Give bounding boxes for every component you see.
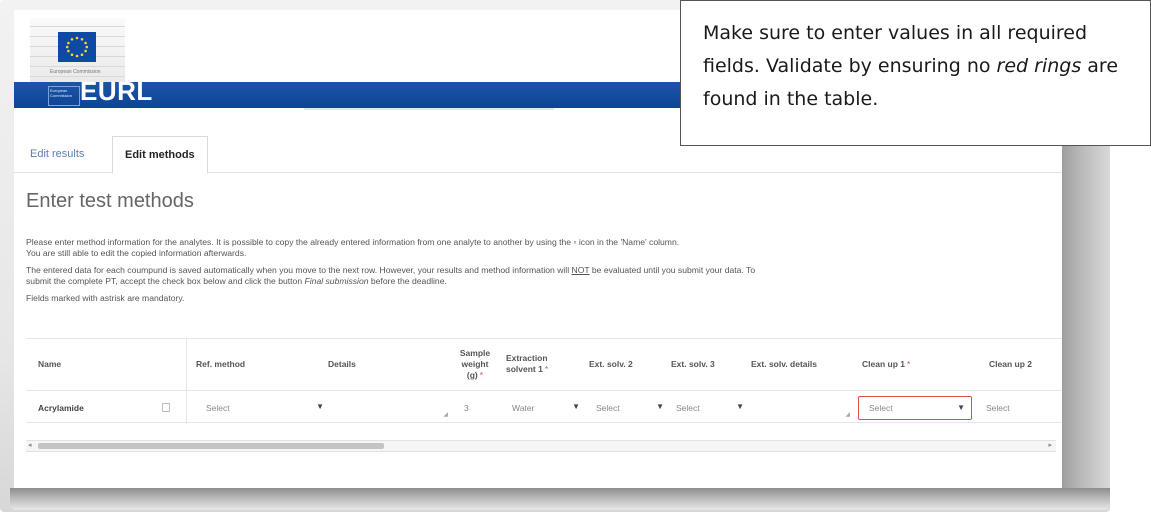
resize-handle-icon: ◢: [443, 412, 448, 418]
table-header-border: [26, 390, 1062, 391]
details-input[interactable]: ◢: [332, 396, 450, 420]
sample-weight-input[interactable]: 3: [454, 396, 500, 420]
col-divider: [186, 338, 187, 424]
ext-solv-2-select[interactable]: Select ▼: [586, 396, 670, 420]
tab-edit-results[interactable]: Edit results: [18, 136, 96, 172]
table-top-border: [26, 338, 1062, 339]
row-name-acrylamide: Acrylamide: [38, 403, 84, 413]
col-header-clean-up-1: Clean up 1 *: [862, 358, 911, 369]
ext-solv-details-input[interactable]: ◢: [752, 396, 852, 420]
mandatory-note: Fields marked with astrisk are mandatory…: [26, 293, 185, 303]
save-text-not: NOT: [571, 265, 590, 275]
ext-solv-3-select[interactable]: Select ▼: [666, 396, 750, 420]
clean-up-1-select[interactable]: Select ▼: [858, 396, 972, 420]
save-text-d: before the deadline.: [368, 276, 447, 286]
instruction-callout: Make sure to enter values in all require…: [680, 0, 1151, 146]
resize-handle-icon: ◢: [845, 412, 850, 418]
clean-up-2-select[interactable]: Select: [976, 396, 1060, 420]
extraction-solvent-1-select[interactable]: Water ▼: [502, 396, 586, 420]
col-header-ext-solv-2: Ext. solv. 2: [589, 358, 633, 369]
caret-down-icon: ▼: [572, 402, 580, 411]
callout-emphasis: red rings: [996, 55, 1082, 77]
save-text-b: be evaluated until you submit your data.…: [589, 265, 756, 275]
frame-shadow-bottom: [10, 488, 1110, 510]
caret-down-icon: ▼: [957, 403, 965, 412]
final-submission-ref: Final submission: [304, 276, 369, 286]
header-divider: [304, 108, 554, 110]
caret-down-icon: ▼: [656, 402, 664, 411]
caret-down-icon: ▼: [736, 402, 744, 411]
scrollbar-thumb[interactable]: [38, 443, 384, 449]
save-text-a: The entered data for each coumpund is sa…: [26, 265, 572, 275]
col-header-ext-solv-details: Ext. solv. details: [751, 358, 817, 369]
ref-method-select[interactable]: Select ▼: [196, 396, 330, 420]
arrow-right-icon[interactable]: ▸: [1048, 441, 1052, 451]
callout-text: Make sure to enter values in all require…: [703, 22, 1119, 110]
ec-logo-caption: European Commission: [50, 69, 101, 75]
ec-logo: European Commission: [30, 18, 125, 128]
col-header-extraction-solvent-1: Extraction solvent 1 *: [506, 353, 549, 374]
col-header-ext-solv-3: Ext. solv. 3: [671, 358, 715, 369]
eu-flag-icon: [58, 32, 96, 62]
col-header-ref-method: Ref. method: [196, 358, 246, 369]
col-header-details: Details: [328, 358, 356, 369]
tab-edit-methods[interactable]: Edit methods: [112, 136, 208, 174]
horizontal-scrollbar[interactable]: ◂ ▸: [26, 440, 1056, 452]
save-paragraph: The entered data for each coumpund is sa…: [26, 265, 1056, 287]
col-header-name: Name: [38, 358, 62, 369]
caret-down-icon: ▼: [316, 402, 324, 411]
site-brand[interactable]: EURL: [80, 76, 153, 107]
arrow-left-icon[interactable]: ◂: [28, 441, 32, 451]
ec-badge: European Commission: [48, 86, 80, 106]
intro-line-2: You are still able to edit the copied in…: [26, 248, 247, 258]
table-row-border: [26, 422, 1062, 423]
intro-line-1: Please enter method information for the …: [26, 237, 680, 247]
page-title: Enter test methods: [26, 190, 194, 212]
intro-paragraph: Please enter method information for the …: [26, 237, 1056, 259]
copy-icon[interactable]: [162, 403, 170, 412]
col-header-clean-up-2: Clean up 2: [989, 358, 1032, 369]
save-text-c: submit the complete PT, accept the check…: [26, 276, 305, 286]
col-header-sample-weight: Sample weight (g) *: [459, 347, 491, 380]
